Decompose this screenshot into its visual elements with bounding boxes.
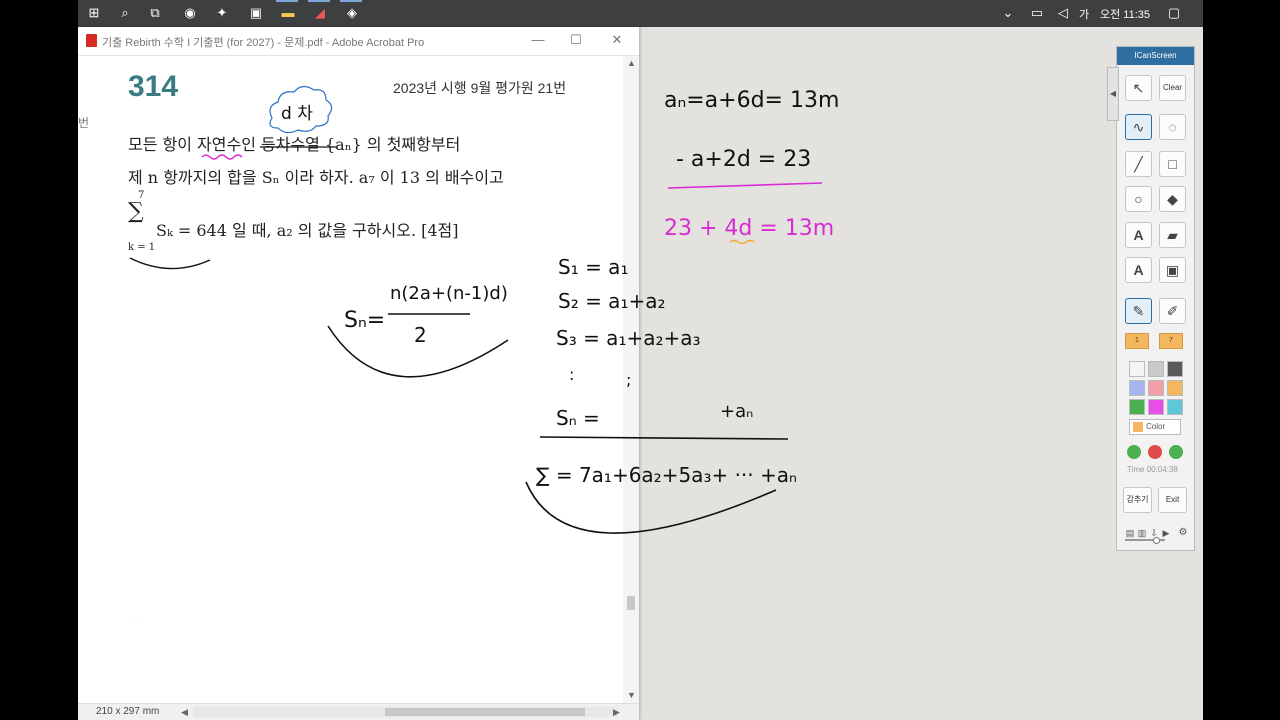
screen-capture-button[interactable]: ▣ [1159,257,1186,283]
settings-gear-icon[interactable]: ⚙ [1175,525,1191,541]
vertical-scrollbar[interactable]: ▲ ▼ [623,56,639,703]
sigma-lower-limit: k = 1 [128,242,156,253]
horizontal-scrollbar[interactable] [193,707,618,717]
ime-indicator[interactable]: 가 [1079,6,1089,22]
pointer-tool-button[interactable]: ↖ [1125,75,1152,101]
taskbar: ⊞ ⌕ ⧉ ◉ ✦ ▣ ▬ ◢ ◈ ⌄ ▭ ◁ 가 오전 11:35 ▢ [78,0,1203,27]
equation-1: aₙ=a+6d= 13m [664,88,839,113]
color-label: Color [1146,422,1166,431]
current-color-chip [1133,422,1143,432]
window-title: 기출 Rebirth 수학 I 기출편 (for 2027) - 문제.pdf … [102,37,425,49]
color-swatch[interactable] [1129,361,1145,377]
equation-3: 23 + 4d = 13m [664,216,834,241]
problem-line-3: Sₖ = 644 일 때, a₂ 의 값을 구하시오. [4점] [156,221,459,240]
scroll-right-icon[interactable]: ▶ [613,707,620,718]
lasso-tool-button[interactable]: ◌ [1159,114,1186,140]
color-picker-button[interactable]: Color [1129,419,1181,435]
chevron-up-icon[interactable]: ⌄ [1000,5,1016,21]
color-swatch[interactable] [1167,399,1183,415]
color-swatch[interactable] [1129,399,1145,415]
eraser-tool-button[interactable]: ◆ [1159,186,1186,212]
slider-knob[interactable] [1153,537,1160,544]
hide-button[interactable]: 감추기 [1123,487,1152,513]
equation-2: - a+2d = 23 [676,147,811,172]
color-swatch[interactable] [1167,380,1183,396]
text-stamp-button[interactable]: A [1125,257,1152,283]
clear-button[interactable]: Clear [1159,75,1186,101]
record-icon[interactable] [1148,445,1162,459]
close-button[interactable]: ✕ [606,31,628,49]
problem-number: 314 [128,70,179,103]
status-bar: 210 x 297 mm ◀ ▶ [78,703,639,720]
freehand-tool-button[interactable]: ∿ [1125,114,1152,140]
color-swatch[interactable] [1148,399,1164,415]
highlight-underline [729,239,755,245]
highlighter-tool-button[interactable]: ▰ [1159,222,1186,248]
collapse-arrow-icon[interactable]: ◀ [1107,67,1119,121]
subtraction-line [667,182,823,189]
text-tool-button[interactable]: A [1125,222,1152,248]
pause-icon[interactable] [1127,445,1141,459]
color-swatch[interactable] [1167,361,1183,377]
scroll-up-icon[interactable]: ▲ [627,58,636,68]
toolbar-title[interactable]: ICanScreen [1117,47,1194,65]
circle-tool-button[interactable]: ○ [1125,186,1152,212]
page-dot: · [135,616,137,623]
scroll-left-icon[interactable]: ◀ [181,707,188,718]
search-icon[interactable]: ⌕ [117,5,133,21]
camera-icon[interactable] [1169,445,1183,459]
page-size: 210 x 297 mm [96,706,160,717]
problem-line-1: 모든 항이 자연수인 등차수열 {aₙ} 의 첫째항부터 [128,135,461,154]
maximize-button[interactable]: ☐ [565,31,587,49]
sigma-symbol: ∑ [128,199,144,224]
color-swatch[interactable] [1148,380,1164,396]
rectangle-tool-button[interactable]: □ [1159,151,1186,177]
window-titlebar[interactable]: 기출 Rebirth 수학 I 기출편 (for 2027) - 문제.pdf … [78,27,639,56]
recording-time: Time 00:04:38 [1127,465,1178,474]
task-view-icon[interactable]: ⧉ [147,5,163,21]
plus-an: +aₙ [720,401,753,422]
minimize-button[interactable]: — [527,31,549,49]
pen-size-dropdown[interactable]: 1 [1125,333,1149,349]
game-icon[interactable]: ◈ [344,5,360,21]
opacity-slider[interactable] [1125,537,1165,544]
desktop: ⊞ ⌕ ⧉ ◉ ✦ ▣ ▬ ◢ ◈ ⌄ ▭ ◁ 가 오전 11:35 ▢ 기출 … [78,0,1203,720]
acrobat-window: 기출 Rebirth 수학 I 기출편 (for 2027) - 문제.pdf … [78,27,639,720]
problem-line-2: 제 n 항까지의 합을 Sₙ 이라 하자. a₇ 이 13 의 배수이고 [128,168,504,187]
tray-device-icon[interactable]: ▭ [1029,5,1045,21]
marker-button[interactable]: ✐ [1159,298,1186,324]
pdf-page[interactable]: 번 314 2023년 시행 9월 평가원 21번 모든 항이 자연수인 등차수… [78,56,623,703]
horizontal-scroll-thumb[interactable] [385,708,585,716]
adjacent-page-text: 번 [78,116,90,130]
briefcase-icon[interactable]: ▣ [248,5,264,21]
pdf-icon [86,34,97,47]
exit-button[interactable]: Exit [1158,487,1187,513]
scroll-down-icon[interactable]: ▼ [627,690,636,700]
media-player-icon[interactable]: ◉ [182,5,198,21]
color-swatch[interactable] [1148,361,1164,377]
tray-volume-icon[interactable]: ◁ [1055,5,1071,21]
marker-size-dropdown[interactable]: 7 [1159,333,1183,349]
pen-button[interactable]: ✎ [1125,298,1152,324]
vertical-scroll-thumb[interactable] [627,596,635,610]
file-explorer-icon[interactable]: ▬ [280,5,296,21]
windows-start-icon[interactable]: ⊞ [86,5,102,21]
taskbar-active-indicator [276,0,298,2]
line-tool-button[interactable]: ╱ [1125,151,1152,177]
taskbar-active-indicator [340,0,362,2]
color-swatch[interactable] [1129,380,1145,396]
notification-icon[interactable]: ▢ [1166,5,1182,21]
bird-app-icon[interactable]: ✦ [214,5,230,21]
icanscreen-toolbar: ◀ ICanScreen ↖ Clear ∿ ◌ ╱ □ ○ ◆ A ▰ A ▣… [1107,46,1195,551]
acrobat-icon[interactable]: ◢ [312,5,328,21]
problem-source: 2023년 시행 9월 평가원 21번 [393,80,567,96]
taskbar-active-indicator [308,0,330,2]
clock[interactable]: 오전 11:35 [1100,6,1150,22]
